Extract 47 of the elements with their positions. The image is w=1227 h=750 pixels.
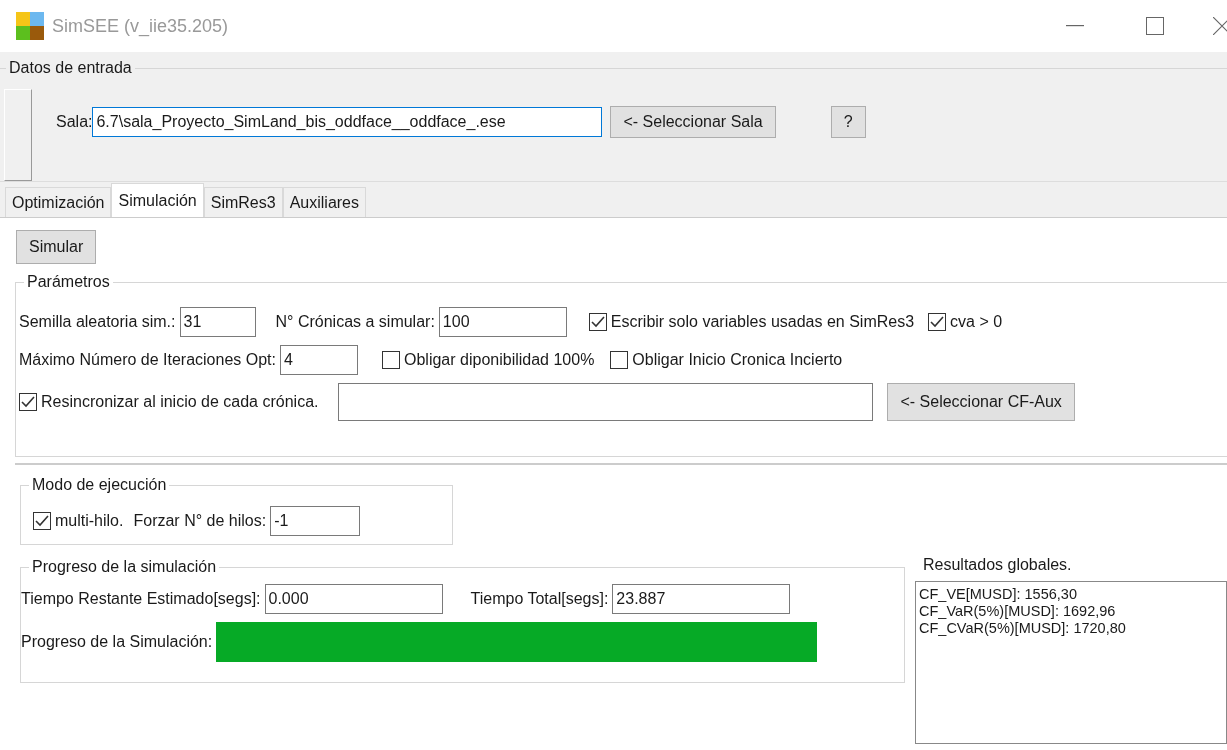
checkbox[interactable] [382,351,400,369]
input-field[interactable]: -1 [270,506,361,536]
tab[interactable]: SimRes3 [203,187,283,217]
group-legend: Modo de ejecución [29,475,170,495]
maximize-icon[interactable] [1146,17,1164,35]
field-label: Tiempo Total[segs]: [470,589,609,609]
tab[interactable]: Auxiliares [282,187,366,217]
help-button[interactable]: ? [830,106,866,138]
tab[interactable]: Simulación [111,183,204,217]
field-label: Progreso de la Simulación: [21,632,213,652]
input-field[interactable]: 6.7\sala_Proyecto_SimLand_bis_oddface__oddface_.ese [92,107,603,137]
field-label: N° Crónicas a simular: [275,312,435,332]
input-field[interactable]: 23.887 [612,584,791,614]
input-field[interactable] [338,383,874,421]
checkbox-label: Obligar Inicio Cronica Incierto [632,350,843,370]
input-field[interactable]: 100 [438,307,567,337]
checkbox-label: multi-hilo. [55,511,124,531]
field-label: Máximo Número de Iteraciones Opt: [19,350,276,370]
field-label: Forzar N° de hilos: [133,511,267,531]
app-logo-icon [16,12,44,40]
result-line: CF_VE[MUSD]: 1556,30 [919,586,1078,603]
checkbox-label: cva > 0 [950,312,1003,332]
input-field[interactable]: 0.000 [264,584,443,614]
checkbox[interactable] [588,313,607,331]
close-icon[interactable] [1213,17,1227,35]
group-legend: Progreso de la simulación [29,557,220,577]
simulate-button[interactable]: Simular [16,230,97,264]
checkbox-label: Escribir solo variables usadas en SimRes3 [610,312,915,332]
group-legend: Resultados globales. [923,553,1227,577]
window-title: SimSEE (v_iie35.205) [52,14,229,39]
checkbox[interactable] [19,393,37,411]
field-label: Tiempo Restante Estimado[segs]: [21,589,261,609]
result-line: CF_CVaR(5%)[MUSD]: 1720,80 [919,620,1127,637]
field-label: Sala: [56,112,93,132]
input-field[interactable]: 4 [280,345,358,375]
field-label: Semilla aleatoria sim.: [19,312,176,332]
checkbox[interactable] [33,512,51,530]
result-line: CF_VaR(5%)[MUSD]: 1692,96 [919,603,1117,620]
minimize-icon[interactable] [1066,25,1084,27]
select-button[interactable]: <- Seleccionar Sala [610,106,776,138]
input-field[interactable]: 31 [179,307,256,337]
checkbox[interactable] [928,313,947,331]
checkbox-label: Resincronizar al inicio de cada crónica. [41,392,319,412]
checkbox-label: Obligar diponibilidad 100% [404,350,595,370]
select-button[interactable]: <- Seleccionar CF-Aux [887,383,1075,421]
tab[interactable]: Optimización [5,187,112,217]
checkbox[interactable] [610,351,629,369]
